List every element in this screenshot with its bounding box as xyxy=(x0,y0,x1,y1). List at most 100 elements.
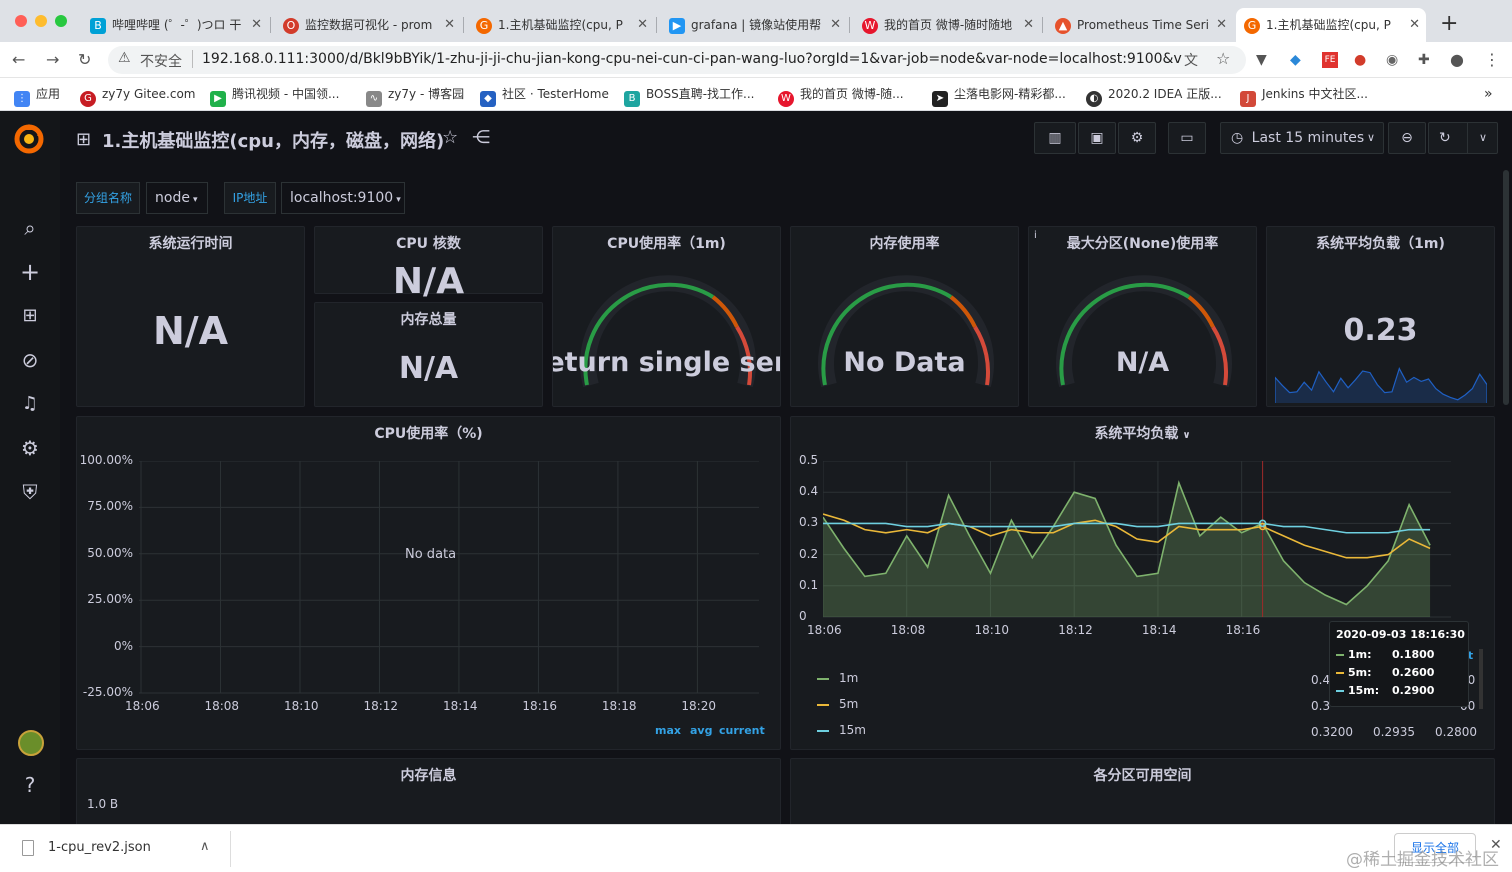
browser-tab[interactable]: B 哔哩哔哩 (゜-゜)つロ 干 ✕ xyxy=(82,8,268,42)
browser-tab[interactable]: O 监控数据可视化 - prom ✕ xyxy=(275,8,461,42)
browser-tab-active[interactable]: G 1.主机基础监控(cpu, P ✕ xyxy=(1236,8,1426,42)
close-tab-icon[interactable]: ✕ xyxy=(1023,8,1034,42)
legend-item-5m[interactable]: 5m xyxy=(817,697,858,711)
add-panel-button[interactable]: ▥ xyxy=(1034,122,1076,154)
vue-devtools-icon[interactable]: ▼ xyxy=(1256,50,1267,70)
more-bookmarks-icon[interactable]: » xyxy=(1484,85,1493,103)
bookmark-item[interactable]: Gzy7y Gitee.com xyxy=(80,85,196,107)
bookmark-label: 应用 xyxy=(36,87,61,101)
legend-item-1m[interactable]: 1m xyxy=(817,671,858,685)
variable-select-node[interactable]: localhost:9100 ▾ xyxy=(281,182,405,214)
menu-icon[interactable]: ⋮ xyxy=(1484,50,1500,70)
minimize-window-button[interactable] xyxy=(35,15,47,27)
configuration-gear-icon[interactable]: ⚙ xyxy=(18,436,42,460)
panel-load-stat[interactable]: 系统平均负载（1m) 0.23 xyxy=(1266,226,1495,407)
stat-value: 0.23 xyxy=(1343,313,1418,348)
browser-tab[interactable]: W 我的首页 微博-随时随地 ✕ xyxy=(854,8,1040,42)
close-tab-icon[interactable]: ✕ xyxy=(1409,8,1420,42)
bookmark-item[interactable]: ◆ 社区 · TesterHome xyxy=(480,85,609,107)
browser-tab[interactable]: G 1.主机基础监控(cpu, P ✕ xyxy=(468,8,654,42)
help-icon[interactable]: ? xyxy=(18,773,42,797)
user-avatar[interactable] xyxy=(18,730,44,756)
bookmark-item[interactable]: ▶ 腾讯视频 - 中国领... xyxy=(210,85,339,107)
search-icon[interactable]: ⌕ xyxy=(18,216,42,240)
back-icon[interactable]: ← xyxy=(12,50,25,70)
maximize-window-button[interactable] xyxy=(55,15,67,27)
panel-mem-total[interactable]: 内存总量 N/A xyxy=(314,302,543,407)
server-admin-shield-icon[interactable]: ⛨ xyxy=(18,480,42,504)
bookmark-item[interactable]: ➤ 尘落电影网-精彩都... xyxy=(932,85,1066,107)
grafana-logo-icon[interactable] xyxy=(12,122,46,156)
chevron-up-icon[interactable]: ∧ xyxy=(200,839,210,854)
panel-cpu-gauge[interactable]: CPU使用率（1m) return single series/ xyxy=(552,226,781,407)
dashboard-settings-button[interactable]: ⚙ xyxy=(1118,122,1156,154)
download-filename[interactable]: 1-cpu_rev2.json xyxy=(48,840,151,855)
variable-select-job[interactable]: node ▾ xyxy=(146,182,208,214)
dashboard-title[interactable]: 1.主机基础监控(cpu，内存，磁盘，网络) xyxy=(102,127,444,153)
address-bar[interactable]: ⚠ 不安全 192.168.0.111:3000/d/Bkl9bBYik/1-z… xyxy=(108,46,1246,74)
reload-icon[interactable]: ↻ xyxy=(78,50,91,70)
close-window-button[interactable] xyxy=(15,15,27,27)
legend-header-current[interactable]: current xyxy=(719,724,765,737)
explore-compass-icon[interactable]: ⊘ xyxy=(18,348,42,372)
axis-tick-label: 0.4 xyxy=(799,484,819,499)
axis-tick-label: 18:18 xyxy=(601,699,637,713)
page-scrollbar[interactable] xyxy=(1503,170,1509,405)
boss-icon: B xyxy=(624,91,640,107)
legend-item-15m[interactable]: 15m xyxy=(817,723,866,737)
panel-disk-space[interactable]: 各分区可用空间 xyxy=(790,758,1495,828)
axis-tick-label: 0% xyxy=(113,638,133,653)
save-dashboard-button[interactable]: ▣ xyxy=(1078,122,1116,154)
close-tab-icon[interactable]: ✕ xyxy=(637,8,648,42)
cycle-view-mode-button[interactable]: ▭ xyxy=(1168,122,1206,154)
star-icon[interactable]: ☆ xyxy=(442,127,458,148)
legend-header-max[interactable]: max xyxy=(655,724,681,737)
close-tab-icon[interactable]: ✕ xyxy=(830,8,841,42)
bookmark-item[interactable]: B BOSS直聘-找工作... xyxy=(624,85,754,107)
tooltip-time: 2020-09-03 18:16:30 xyxy=(1336,628,1465,641)
dashboard-grid-icon: ⊞ xyxy=(76,129,92,150)
zoom-out-icon: ⊖ xyxy=(1401,130,1413,146)
chevron-down-icon[interactable]: ∨ xyxy=(1182,430,1190,441)
extensions-puzzle-icon[interactable]: ✚ xyxy=(1418,50,1430,70)
browser-tab[interactable]: ▶ grafana | 镜像站使用帮 ✕ xyxy=(661,8,847,42)
browser-tab[interactable]: ▲ Prometheus Time Seri ✕ xyxy=(1047,8,1233,42)
panel-disk-gauge[interactable]: i 最大分区(None)使用率 N/A xyxy=(1028,226,1257,407)
create-plus-icon[interactable]: + xyxy=(18,260,42,284)
translate-icon[interactable]: 文 xyxy=(1184,50,1198,70)
panel-cpu-graph[interactable]: CPU使用率（%) No data max avg current 100.00… xyxy=(76,416,781,750)
legend-header-avg[interactable]: avg xyxy=(690,724,712,737)
close-tab-icon[interactable]: ✕ xyxy=(1216,8,1227,42)
bookmark-item[interactable]: ∿ zy7y - 博客园 xyxy=(366,85,464,107)
panel-mem-gauge[interactable]: 内存使用率 No Data xyxy=(790,226,1019,407)
bookmark-item[interactable]: J Jenkins 中文社区... xyxy=(1240,85,1368,107)
dashboards-grid-icon[interactable]: ⊞ xyxy=(18,304,42,328)
extension-icon[interactable]: ◆ xyxy=(1290,50,1301,70)
alerting-bell-icon[interactable]: ♫ xyxy=(18,392,42,416)
axis-tick-label: 18:08 xyxy=(890,623,926,637)
zoom-out-button[interactable]: ⊖ xyxy=(1388,122,1426,154)
forward-icon[interactable]: → xyxy=(46,50,59,70)
extension-fe-icon[interactable]: FE xyxy=(1322,52,1338,68)
legend-scrollbar[interactable] xyxy=(1479,649,1483,709)
extension-icon[interactable]: ● xyxy=(1354,50,1366,70)
refresh-button[interactable]: ↻ ∨ xyxy=(1428,122,1498,154)
close-tab-icon[interactable]: ✕ xyxy=(444,8,455,42)
bookmark-item[interactable]: W 我的首页 微博-随... xyxy=(778,85,904,107)
time-picker-button[interactable]: ◷ Last 15 minutes ∨ xyxy=(1220,122,1384,154)
bookmark-item[interactable]: ◐ 2020.2 IDEA 正版... xyxy=(1086,85,1222,107)
extension-icon[interactable]: ◉ xyxy=(1386,50,1398,70)
profile-icon[interactable]: ● xyxy=(1450,50,1464,70)
new-tab-button[interactable]: + xyxy=(1440,12,1458,36)
bookmark-star-icon[interactable]: ☆ xyxy=(1216,49,1230,68)
close-tab-icon[interactable]: ✕ xyxy=(251,8,262,42)
panel-uptime[interactable]: 系统运行时间 N/A xyxy=(76,226,305,407)
panel-load-graph[interactable]: 系统平均负载 ∨ 1m 5m 15m 0.4 0.3 0.3200 0.2935 0.… xyxy=(790,416,1495,750)
bookmark-item[interactable]: ⋮ 应用 xyxy=(14,85,60,107)
dashboard-nav-bar: ⊞ 1.主机基础监控(cpu，内存，磁盘，网络) ☆ ⋲ ▥ ▣ ⚙ ▭ ◷ L… xyxy=(60,111,1512,167)
share-icon[interactable]: ⋲ xyxy=(472,127,490,148)
sparkline xyxy=(1275,367,1487,403)
bookmark-label: 我的首页 微博-随... xyxy=(800,87,904,101)
panel-mem-info[interactable]: 内存信息 1.0 B xyxy=(76,758,781,828)
panel-cpu-cores[interactable]: CPU 核数 N/A xyxy=(314,226,543,302)
